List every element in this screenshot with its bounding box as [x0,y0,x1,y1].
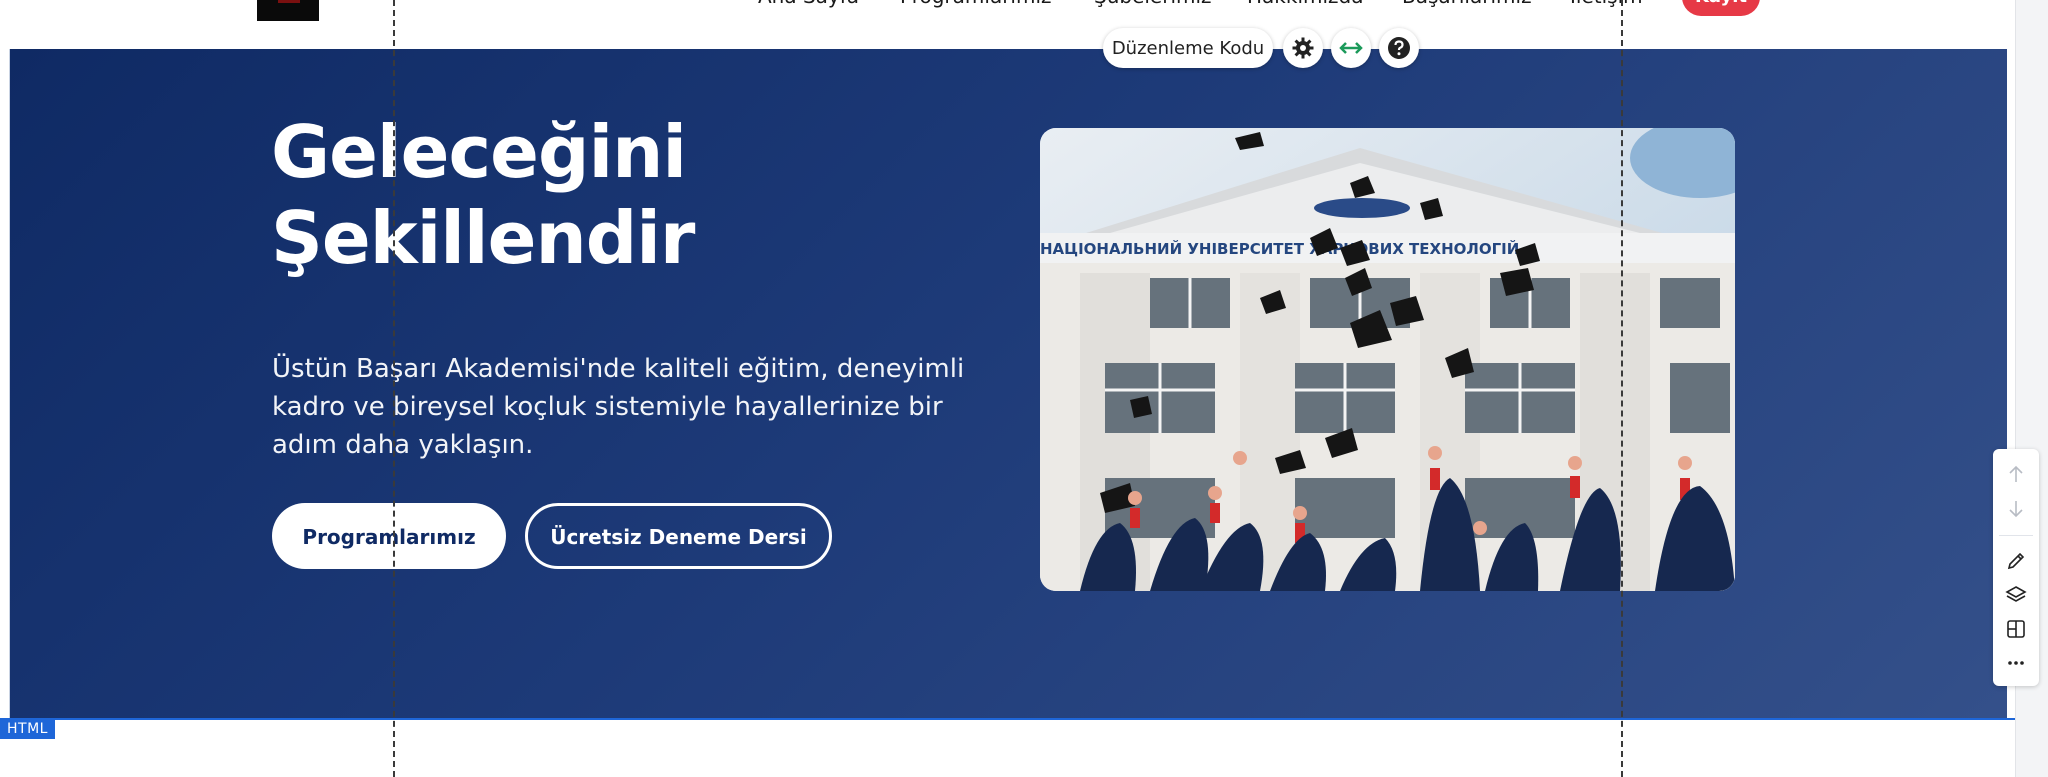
gear-icon [1292,37,1314,59]
hero-left-margin [0,49,10,718]
logo-mark [278,0,300,3]
nav-item-programs[interactable]: Programlarımız [900,0,1052,8]
move-down-button[interactable] [2000,494,2032,524]
settings-button[interactable] [1283,28,1323,68]
more-options-button[interactable] [2000,648,2032,678]
help-icon [1388,37,1410,59]
move-up-button[interactable] [2000,459,2032,489]
hero-title-line2: Şekillendir [271,196,695,280]
selection-bottom-border [0,718,2015,720]
site-logo[interactable] [257,0,319,21]
more-icon [2008,661,2024,665]
register-button[interactable]: Kayıt [1682,0,1760,16]
stretch-arrows-icon [1339,42,1363,54]
layers-icon [2005,586,2027,602]
side-tool-panel [1993,449,2039,686]
hero-title-line1: Geleceğini [271,110,687,194]
nav-item-branches[interactable]: Şubelerimiz [1094,0,1212,8]
pencil-icon [2007,552,2025,570]
stretch-button[interactable] [1331,28,1371,68]
nav-item-contact[interactable]: İletişim [1570,0,1643,8]
nav-item-achievements[interactable]: Başarılarımız [1402,0,1532,8]
arrow-down-icon [2009,501,2023,518]
programs-button[interactable]: Programlarımız [272,503,506,569]
building-sign-text: НАЦІОНАЛЬНИЙ УНІВЕРСИТЕТ ХАРЧОВИХ ТЕХНОЛ… [1040,239,1519,258]
hero-title: Geleceğini Şekillendir [271,109,811,281]
help-button[interactable] [1379,28,1419,68]
element-type-tag[interactable]: HTML [0,719,55,739]
layout-icon [2007,620,2025,638]
hero-description: Üstün Başarı Akademisi'nde kaliteli eğit… [272,354,965,460]
graduation-photo: НАЦІОНАЛЬНИЙ УНІВЕРСИТЕТ ХАРЧОВИХ ТЕХНОЛ… [1040,128,1735,591]
nav-item-about[interactable]: Hakkımızda [1247,0,1364,8]
arrow-up-icon [2009,465,2023,482]
hero-image-graduation: НАЦІОНАЛЬНИЙ УНІВЕРСИТЕТ ХАРЧОВИХ ТЕХНОЛ… [1040,128,1735,591]
edit-button[interactable] [2000,546,2032,576]
nav-item-home[interactable]: Ana Sayfa [758,0,859,8]
layout-button[interactable] [2000,614,2032,644]
layers-button[interactable] [2000,580,2032,610]
side-panel-divider [1999,535,2033,536]
edit-code-button[interactable]: Düzenleme Kodu [1103,28,1273,68]
free-trial-button[interactable]: Ücretsiz Deneme Dersi [525,503,832,569]
site-header: Ana Sayfa Programlarımız Şubelerimiz Hak… [0,0,2015,49]
